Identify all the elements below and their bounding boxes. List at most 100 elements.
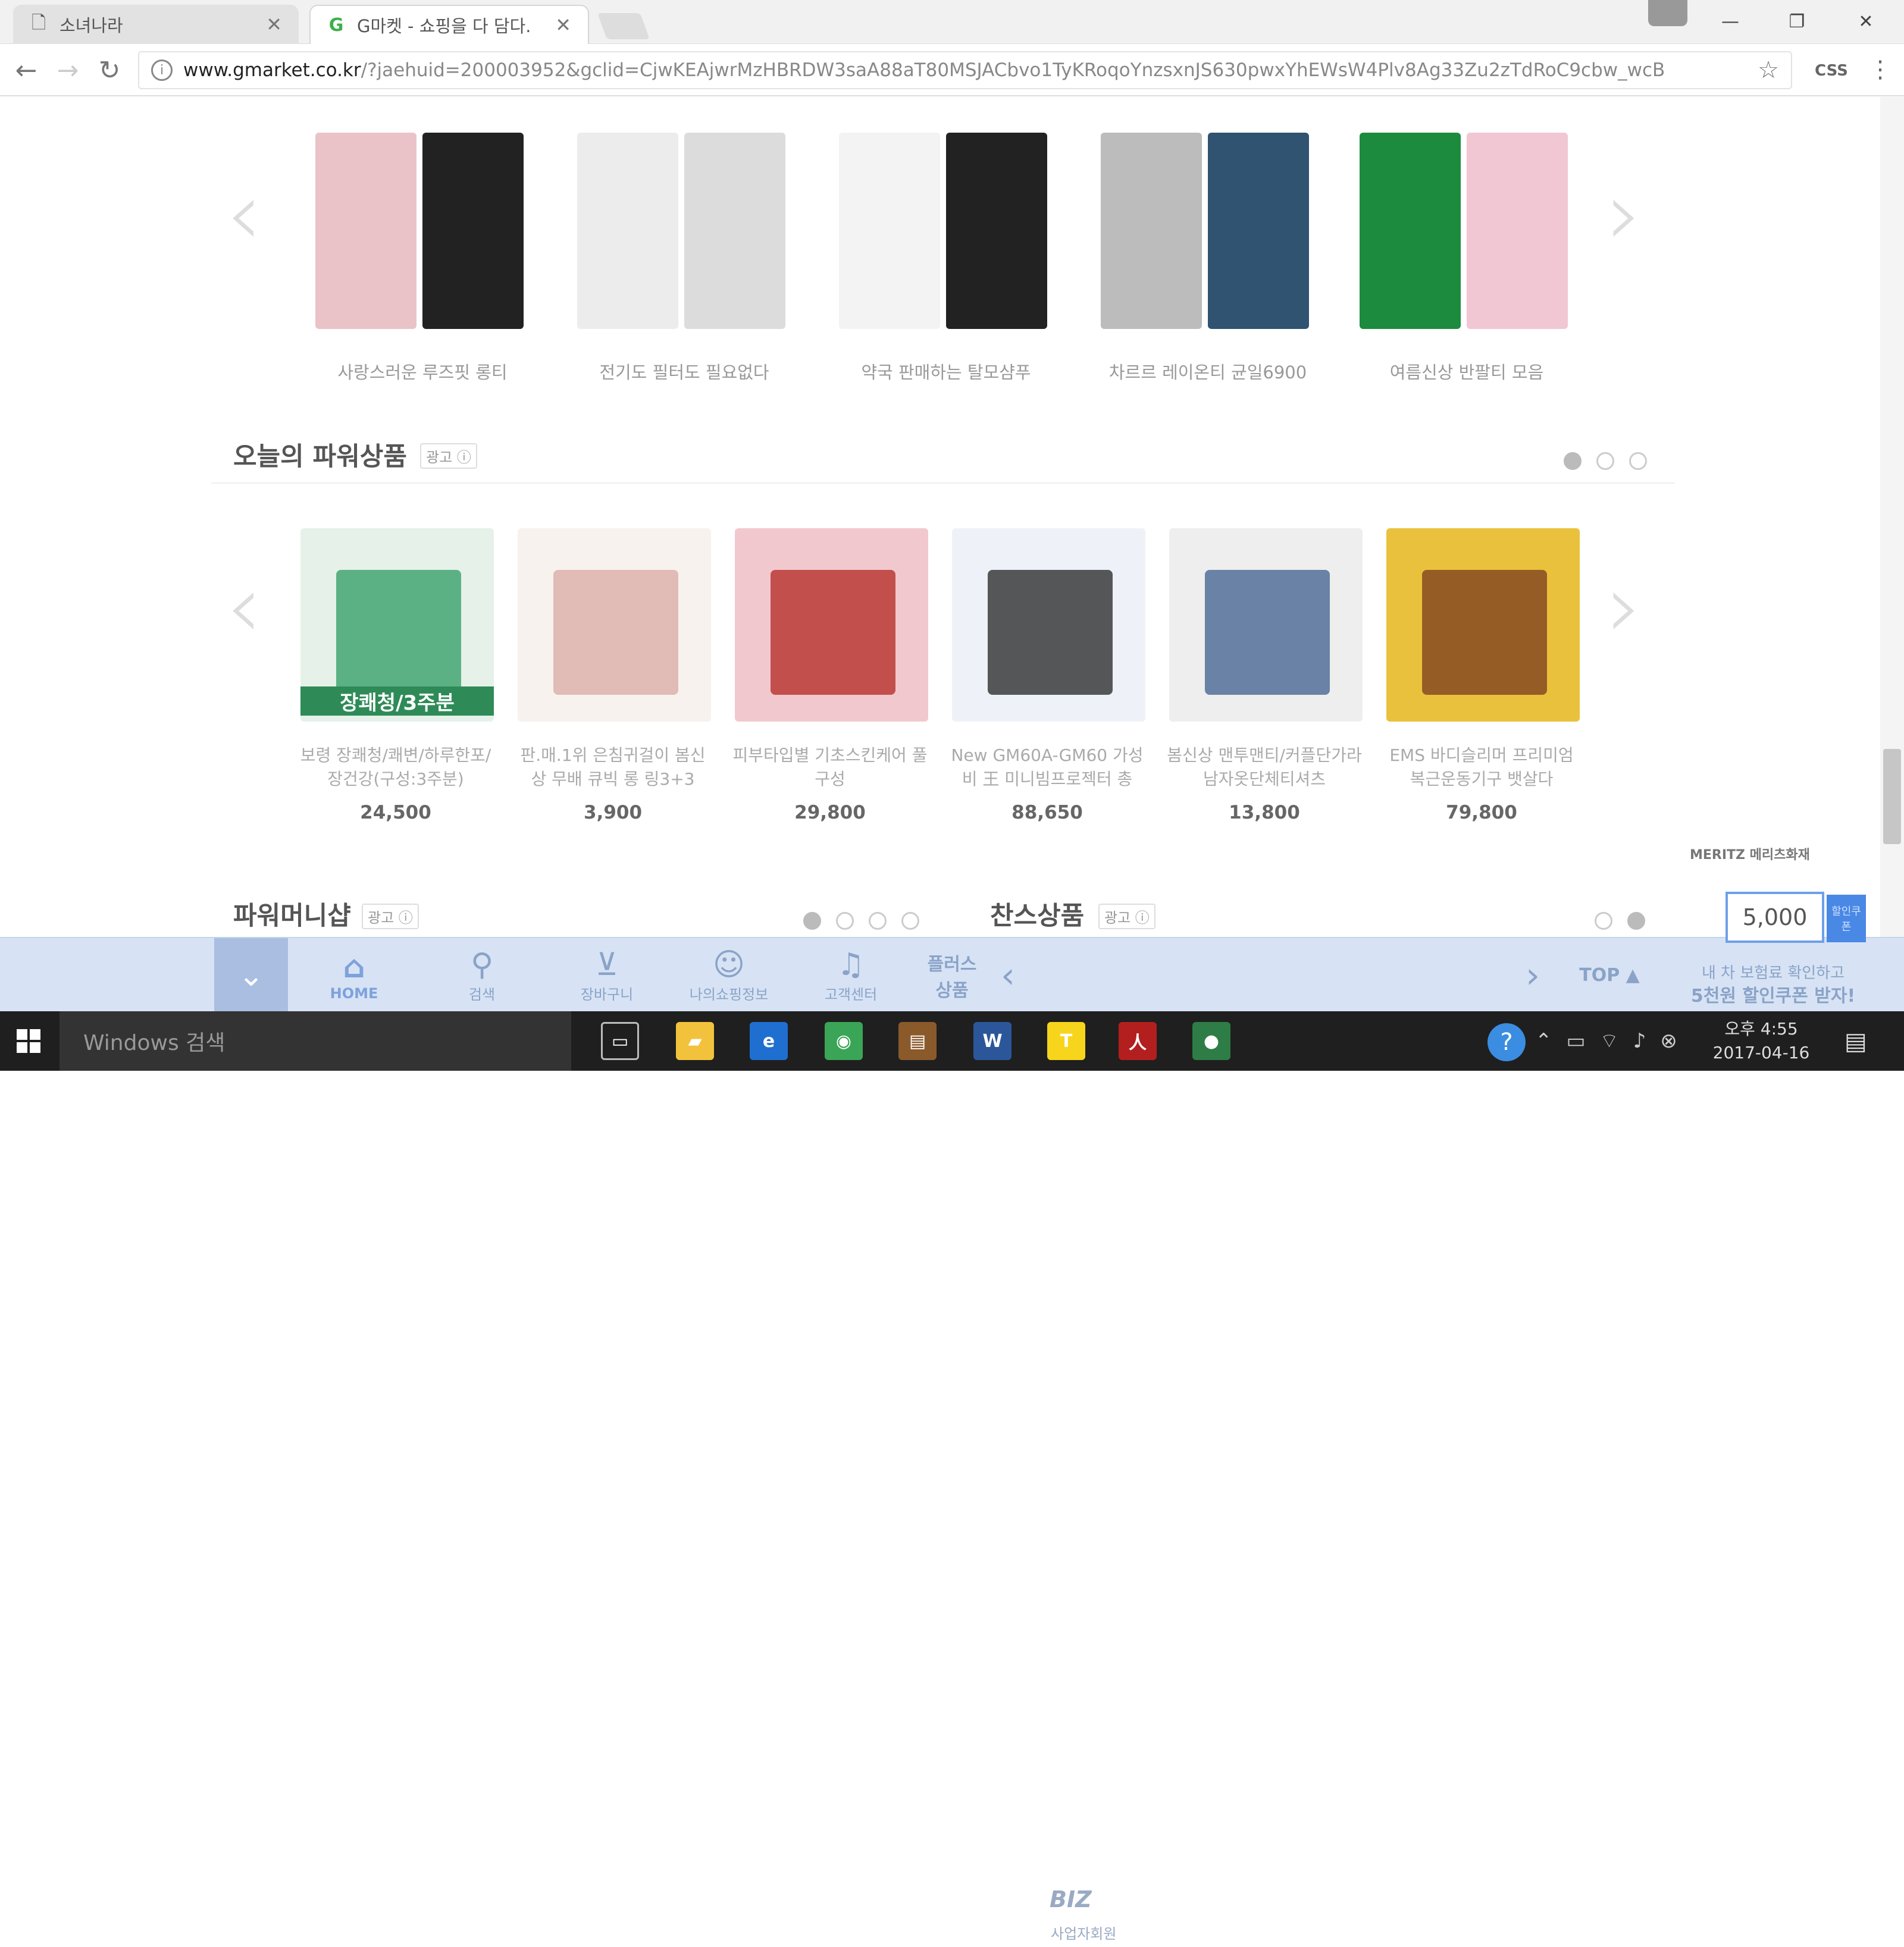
coupon-promo-text2[interactable]: 5천원 할인쿠폰 받자! (1678, 981, 1868, 1007)
bottom-nav-bar: ⌄ ⌂ HOME ⚲ 검색 ⊻ 장바구니 ☺ 나의쇼핑정보 ♫ 고객센터 플러스 상품 ‹… (0, 937, 1904, 1947)
my-shopping-button[interactable]: ☺ 나의쇼핑정보 (678, 938, 779, 1012)
carousel-caption[interactable]: 여름신상 반팔티 모음 (1348, 359, 1586, 384)
carousel-caption[interactable]: 사랑스러운 루즈핏 롱티 (303, 359, 541, 384)
windows-start-icon[interactable] (17, 1029, 40, 1053)
pagination-dot[interactable] (869, 912, 887, 930)
plus-next-button[interactable]: › (1515, 938, 1551, 1012)
carousel-item[interactable]: 여름신상 반팔티 모음 (1348, 121, 1586, 430)
restore-button[interactable]: ❐ (1779, 6, 1815, 37)
talk-icon[interactable]: T (1047, 1022, 1085, 1060)
pagination-dot[interactable] (1629, 452, 1647, 470)
search-button[interactable]: ⚲ 검색 (440, 938, 524, 1012)
bookmark-star-icon[interactable]: ☆ (1758, 57, 1779, 84)
power-product-card[interactable]: 피부타입별 기초스킨케어 풀 구성 29,800 (732, 528, 934, 838)
power-product-card[interactable]: New GM60A-GM60 가성비 王 미니빔프로젝터 총 88,650 (949, 528, 1151, 838)
power-next-button[interactable]: › (1606, 555, 1642, 659)
forward-button[interactable]: → (51, 54, 84, 87)
carousel-caption[interactable]: 전기도 필터도 필요없다 (565, 359, 803, 384)
product-image (422, 133, 524, 329)
section-divider (211, 482, 1675, 484)
close-tab-icon[interactable]: ✕ (555, 14, 571, 36)
scrollbar-thumb[interactable] (1883, 749, 1901, 844)
product-image[interactable] (735, 528, 928, 722)
cart-button[interactable]: ⊻ 장바구니 (565, 938, 649, 1012)
ad-label[interactable]: 광고 ⓘ (1098, 904, 1155, 929)
product-image[interactable] (518, 528, 711, 722)
power-product-card[interactable]: EMS 바디슬리머 프리미엄 복근운동기구 뱃살다 79,800 (1383, 528, 1586, 838)
ad-label[interactable]: 광고 ⓘ (420, 443, 477, 469)
help-icon[interactable]: ? (1488, 1023, 1526, 1061)
file-explorer-icon[interactable]: ▰ (676, 1022, 714, 1060)
carousel-caption[interactable]: 약국 판매하는 탈모샴푸 (827, 359, 1065, 384)
power-product-card[interactable]: 봄신상 맨투맨티/커플단가라남자옷단체티셔츠 13,800 (1166, 528, 1368, 838)
product-image[interactable] (952, 528, 1145, 722)
plus-prev-button[interactable]: ‹ (990, 938, 1026, 1012)
carousel-item[interactable]: 사랑스러운 루즈핏 롱티 (303, 121, 541, 430)
carousel-caption[interactable]: 차르르 레이온티 균일6900 (1089, 359, 1327, 384)
minimize-button[interactable]: — (1712, 6, 1748, 37)
plus-products-label: 플러스 상품 (927, 954, 977, 1001)
menu-icon[interactable]: ⋮ (1868, 56, 1892, 83)
page-icon: 🗋 (31, 12, 46, 33)
pagination-dot[interactable] (803, 912, 821, 930)
product-image[interactable] (1169, 528, 1363, 722)
tab-sonyeonara[interactable]: 🗋 소녀나라 ✕ (13, 5, 299, 44)
power-product-card[interactable]: 장쾌청/3주분 보령 장쾌청/쾌변/하루한포/장건강(구성:3주분) 24,500 (298, 528, 500, 838)
word-icon[interactable]: W (973, 1022, 1012, 1060)
chrome-icon[interactable]: ◉ (825, 1022, 863, 1060)
pagination-dot[interactable] (1627, 912, 1645, 930)
pagination-dot[interactable] (901, 912, 919, 930)
product-image-detail (988, 570, 1113, 695)
carousel-item[interactable]: 약국 판매하는 탈모샴푸 (827, 121, 1065, 430)
notification-icon[interactable]: ▤ (1844, 1028, 1867, 1055)
scrollbar[interactable] (1880, 97, 1904, 1011)
acrobat-icon[interactable]: 人 (1119, 1022, 1157, 1060)
app-green-icon[interactable]: ● (1192, 1022, 1230, 1060)
pagination-dot[interactable] (1564, 452, 1582, 470)
biz-banner[interactable]: BIZ 사업자회원 (1029, 1877, 1511, 1947)
carousel-next-button[interactable]: › (1606, 162, 1642, 266)
product-name[interactable]: 보령 장쾌청/쾌변/하루한포/장건강(구성:3주분) (298, 744, 494, 791)
ad-label[interactable]: 광고 ⓘ (362, 904, 419, 929)
product-name[interactable]: New GM60A-GM60 가성비 王 미니빔프로젝터 총 (949, 744, 1145, 791)
app-brown-icon[interactable]: ▤ (898, 1022, 937, 1060)
new-tab-button[interactable] (597, 13, 650, 39)
product-name[interactable]: 판.매.1위 은침귀걸이 봄신상 무배 큐빅 롱 링3+3 (515, 744, 711, 791)
css-extension-button[interactable]: CSS (1815, 62, 1848, 80)
carousel-item[interactable]: 전기도 필터도 필요없다 (565, 121, 803, 430)
close-tab-icon[interactable]: ✕ (266, 13, 282, 36)
home-button[interactable]: ⌂ HOME (315, 938, 393, 1012)
carousel-prev-button[interactable]: ‹ (226, 162, 262, 266)
clock[interactable]: 오후 4:55 2017-04-16 (1708, 1017, 1815, 1065)
close-window-button[interactable]: ✕ (1848, 6, 1884, 37)
pagination-dot[interactable] (836, 912, 854, 930)
tab-gmarket[interactable]: G G마켓 - 쇼핑을 다 담다. ✕ (309, 5, 589, 44)
product-image-detail (553, 570, 678, 695)
power-prev-button[interactable]: ‹ (226, 555, 262, 659)
internet-explorer-icon[interactable]: e (750, 1022, 788, 1060)
windows-search-box[interactable]: Windows 검색 (60, 1011, 571, 1071)
coupon-button[interactable]: 할인쿠폰 (1827, 895, 1866, 942)
coupon-amount[interactable]: 5,000 (1726, 892, 1824, 943)
product-name[interactable]: 봄신상 맨투맨티/커플단가라남자옷단체티셔츠 (1166, 744, 1363, 791)
system-tray[interactable]: ⌃▭⌔♪⊗ (1535, 1028, 1692, 1054)
product-image[interactable]: 장쾌청/3주분 (300, 528, 494, 722)
product-name[interactable]: 피부타입별 기초스킨케어 풀 구성 (732, 744, 928, 791)
carousel-item[interactable]: 차르르 레이온티 균일6900 (1089, 121, 1327, 430)
customer-center-button[interactable]: ♫ 고객센터 (809, 938, 892, 1012)
profile-icon[interactable] (1648, 0, 1687, 26)
back-button[interactable]: ← (10, 54, 43, 87)
address-bar[interactable]: i www.gmarket.co.kr /?jaehuid=200003952&… (138, 51, 1792, 89)
meritz-logo[interactable]: MERITZ 메리츠화재 (1690, 844, 1810, 863)
product-image[interactable] (1386, 528, 1580, 722)
top-button[interactable]: TOP ▲ (1565, 938, 1654, 1012)
reload-button[interactable]: ↻ (93, 54, 126, 87)
product-name[interactable]: EMS 바디슬리머 프리미엄 복근운동기구 뱃살다 (1383, 744, 1580, 791)
pagination-dot[interactable] (1595, 912, 1612, 930)
collapse-button[interactable]: ⌄ (214, 938, 288, 1012)
task-view-icon[interactable]: ▭ (601, 1022, 639, 1060)
power-product-card[interactable]: 판.매.1위 은침귀걸이 봄신상 무배 큐빅 롱 링3+3 3,900 (515, 528, 717, 838)
info-icon[interactable]: i (151, 59, 173, 81)
pagination-dot[interactable] (1596, 452, 1614, 470)
product-price: 3,900 (583, 802, 643, 823)
